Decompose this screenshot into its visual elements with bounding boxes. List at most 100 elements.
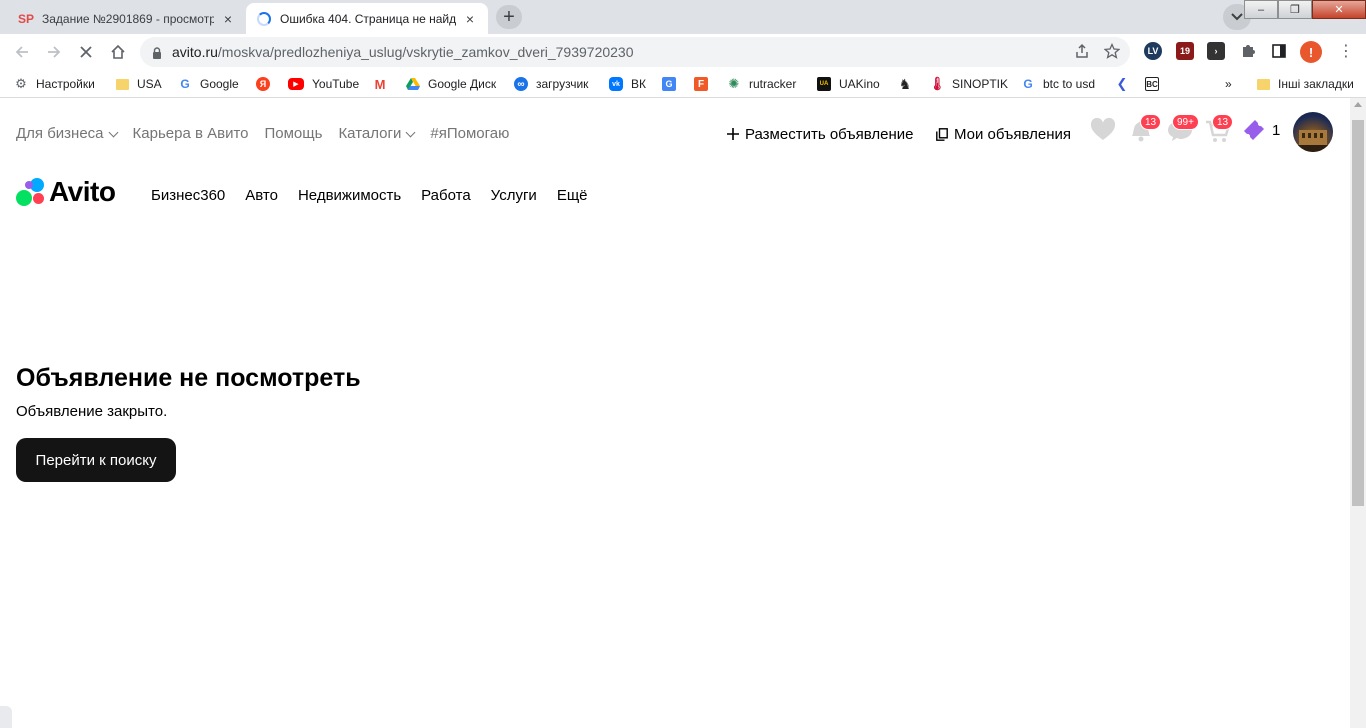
avatar-image [1293,130,1333,152]
nav-real-estate[interactable]: Недвижимость [298,187,401,204]
post-ad-link[interactable]: Разместить объявление [726,126,913,143]
bookmark-knight[interactable]: ♞ [898,75,920,93]
bookmark-label: Інші закладки [1278,77,1354,91]
chevron-down-icon [1231,13,1243,21]
home-button[interactable] [107,41,129,63]
folder-icon [1257,78,1270,90]
bookmark-label: SINOPTIK [952,77,1009,91]
nav-jobs[interactable]: Работа [421,187,471,204]
bookmark-uakino[interactable]: UA UAKino [817,75,880,93]
bookmark-label: ВК [631,77,646,91]
nav-more[interactable]: Ещё [557,187,588,204]
page-title: Объявление не посмотреть [16,364,361,392]
bc-icon: BC [1145,77,1159,91]
bookmark-label: rutracker [749,77,797,91]
bookmark-google[interactable]: G Google [178,75,238,93]
status-corner [0,706,12,728]
avito-logo[interactable]: Avito [16,176,116,208]
knight-icon: ♞ [898,75,912,92]
bookmark-yandex[interactable]: Я [256,75,278,93]
page-scrollbar[interactable] [1350,98,1366,728]
cart-badge: 13 [1212,114,1234,130]
go-to-search-button[interactable]: Перейти к поиску [16,438,176,482]
google-icon: G [1023,77,1033,91]
browser-toolbar: avito.ru/moskva/predlozheniya_uslug/vskr… [0,34,1366,70]
tab-title: Ошибка 404. Страница не найдена [280,11,456,26]
browser-tab-active[interactable]: Ошибка 404. Страница не найдена × [246,3,488,34]
bookmark-vk[interactable]: vk ВК [609,75,646,93]
bookmark-arrow[interactable]: ❮ [1115,75,1137,93]
page-viewport: Для бизнеса Карьера в Авито Помощь Катал… [0,98,1350,728]
messages-button[interactable]: 99+ [1166,114,1199,144]
bookmark-translate[interactable]: G [662,75,684,93]
top-nav-career[interactable]: Карьера в Авито [133,125,249,142]
side-panel-icon[interactable] [1270,42,1288,60]
bookmark-google-drive[interactable]: Google Диск [406,75,496,93]
folder-icon [116,78,129,90]
loading-spinner-icon [256,11,272,27]
url-path: /moskva/predlozheniya_uslug/vskrytie_zam… [217,44,634,60]
bookmark-sinoptik[interactable]: 🌡 SINOPTIK [928,75,1009,93]
bookmark-settings[interactable]: ⚙ Настройки [14,75,95,93]
more-bookmarks-button[interactable]: » [1225,75,1232,93]
maximize-button[interactable]: ❐ [1278,0,1312,19]
bookmark-btc-to-usd[interactable]: G btc to usd [1021,75,1095,93]
new-tab-button[interactable]: + [496,5,522,29]
top-nav-business[interactable]: Для бизнеса [16,125,118,142]
close-window-button[interactable]: ✕ [1312,0,1366,19]
menu-kebab-icon[interactable]: ⋮ [1338,43,1354,61]
back-button[interactable] [11,41,33,63]
browser-tab[interactable]: SP Задание №2901869 - просмотр × [8,3,246,34]
bookmark-folder-usa[interactable]: USA [116,75,162,93]
scroll-up-arrow-icon[interactable] [1354,102,1362,107]
nav-services[interactable]: Услуги [491,187,537,204]
yandex-icon: Я [256,77,270,91]
bookmark-f[interactable]: F [694,75,716,93]
share-icon[interactable] [1074,43,1090,59]
bookmark-loader[interactable]: ∞ загрузчик [514,75,588,93]
stop-loading-button[interactable] [75,41,97,63]
notifications-button[interactable]: 13 [1128,114,1162,144]
top-nav-label: Каталоги [338,125,402,142]
avatar[interactable] [1293,112,1333,152]
arrow-right-icon [48,46,61,58]
top-nav-help[interactable]: Помощь [265,125,323,142]
nav-business360[interactable]: Бизнес360 [151,187,225,204]
bookmark-youtube[interactable]: ▶ YouTube [288,75,359,93]
bookmark-bc[interactable]: BC [1145,75,1167,93]
bookmark-gmail[interactable]: M [373,75,395,93]
minimize-button[interactable]: ‒ [1244,0,1278,19]
other-bookmarks-folder[interactable]: Інші закладки [1257,75,1354,93]
uakino-icon: UA [817,77,831,91]
favorites-button[interactable] [1089,116,1117,144]
top-nav-catalogs[interactable]: Каталоги [338,125,416,142]
bookmark-label: YouTube [312,77,360,91]
top-nav-yapomogayu[interactable]: #яПомогаю [430,125,509,142]
google-icon: G [180,77,190,91]
scroll-thumb[interactable] [1352,120,1364,506]
cart-button[interactable]: 13 [1204,114,1234,144]
bookmark-rutracker[interactable]: ✺ rutracker [727,75,797,93]
lv-extension-icon[interactable]: LV [1144,42,1162,60]
bookmark-label: UAKino [839,77,880,91]
puzzle-icon[interactable] [1239,42,1257,60]
bookmark-label: загрузчик [536,77,589,91]
address-bar[interactable]: avito.ru/moskva/predlozheniya_uslug/vskr… [140,37,1130,67]
category-nav: Бизнес360 Авто Недвижимость Работа Услуг… [151,187,588,204]
thermometer-icon: 🌡 [928,76,946,91]
ticket-icon [1244,120,1264,140]
tab-close-icon[interactable]: × [220,11,236,27]
forward-button[interactable] [43,41,65,63]
arrow-extension-icon[interactable]: › [1207,42,1225,60]
tab-close-icon[interactable]: × [462,11,478,27]
nav-auto[interactable]: Авто [245,187,278,204]
logo-text: Avito [49,176,116,207]
my-ads-link[interactable]: Мои объявления [936,126,1071,143]
tab-title: Задание №2901869 - просмотр [42,11,214,26]
star-icon[interactable] [1104,43,1120,59]
top-nav-label: #яПомогаю [430,125,510,142]
badge-19-extension-icon[interactable]: 19 [1176,42,1194,60]
error-block: Объявление не посмотреть Объявление закр… [16,364,361,482]
tickets-button[interactable]: 1 [1240,116,1282,144]
profile-button[interactable]: ! [1300,41,1322,63]
